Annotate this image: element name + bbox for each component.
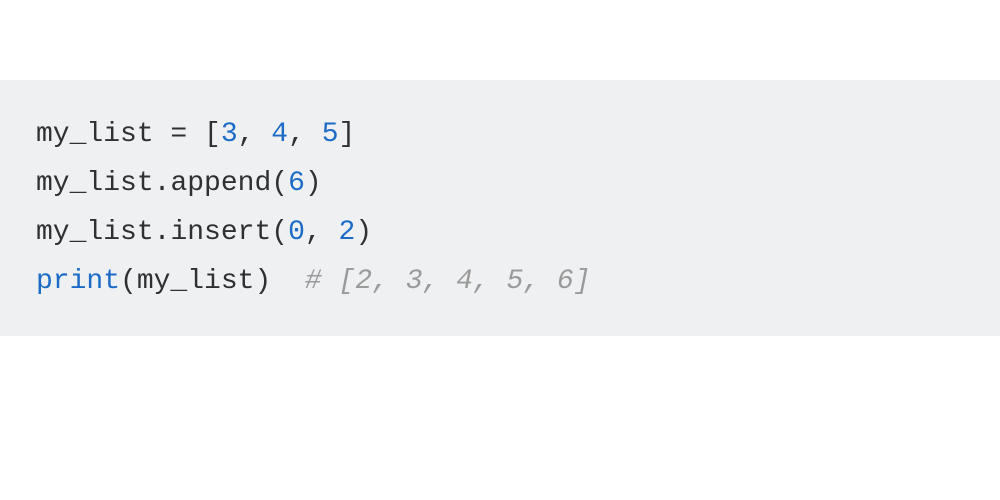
code-line-3: my_list.insert(0, 2) [36, 208, 964, 257]
left-paren: ( [271, 217, 288, 248]
code-line-2: my_list.append(6) [36, 159, 964, 208]
number-literal: 5 [322, 119, 339, 150]
assignment-operator: = [154, 119, 204, 150]
left-paren: ( [271, 168, 288, 199]
method-name: append [170, 168, 271, 199]
dot: . [154, 168, 171, 199]
variable-name: my_list [137, 266, 255, 297]
variable-name: my_list [36, 217, 154, 248]
comma: , [238, 119, 272, 150]
left-bracket: [ [204, 119, 221, 150]
method-name: insert [170, 217, 271, 248]
number-literal: 2 [339, 217, 356, 248]
number-literal: 4 [271, 119, 288, 150]
right-paren: ) [305, 168, 322, 199]
builtin-function: print [36, 266, 120, 297]
right-paren: ) [355, 217, 372, 248]
code-block: my_list = [3, 4, 5] my_list.append(6) my… [0, 80, 1000, 336]
dot: . [154, 217, 171, 248]
variable-name: my_list [36, 119, 154, 150]
number-literal: 3 [221, 119, 238, 150]
code-line-1: my_list = [3, 4, 5] [36, 110, 964, 159]
left-paren: ( [120, 266, 137, 297]
comma: , [288, 119, 322, 150]
number-literal: 6 [288, 168, 305, 199]
right-paren: ) [254, 266, 271, 297]
code-line-4: print(my_list) # [2, 3, 4, 5, 6] [36, 257, 964, 306]
variable-name: my_list [36, 168, 154, 199]
right-bracket: ] [339, 119, 356, 150]
spaces [271, 266, 305, 297]
number-literal: 0 [288, 217, 305, 248]
comment: # [2, 3, 4, 5, 6] [305, 266, 591, 297]
comma: , [305, 217, 339, 248]
